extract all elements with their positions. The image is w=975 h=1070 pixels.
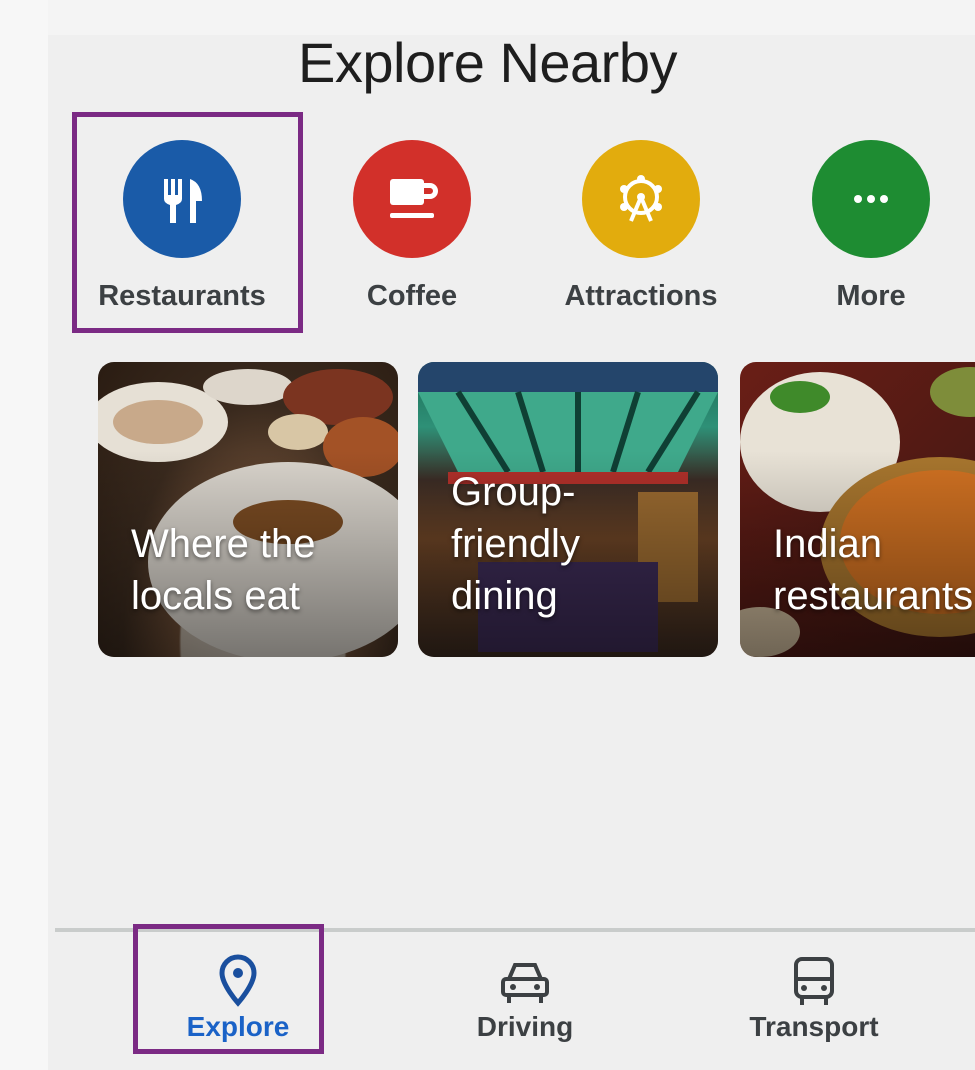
category-label: More (836, 280, 906, 312)
car-icon (501, 963, 549, 1003)
coffee-cup-icon (353, 140, 471, 258)
category-label: Coffee (366, 280, 458, 312)
more-dots-icon (812, 140, 930, 258)
selection-highlight-restaurants (72, 112, 303, 333)
nav-driving[interactable]: Driving (435, 945, 615, 1045)
category-more[interactable]: More (761, 115, 975, 330)
category-attractions[interactable]: Attractions (531, 115, 751, 330)
card-title: Indian restaurants (773, 522, 974, 618)
nav-label: Transport (749, 1011, 879, 1042)
ferris-wheel-icon (582, 140, 700, 258)
nav-label: Driving (476, 1011, 574, 1042)
bus-icon (794, 957, 834, 1005)
category-coffee[interactable]: Coffee (302, 115, 522, 330)
page-title: Explore Nearby (298, 31, 677, 94)
card-title: Group- friendly dining (451, 470, 580, 618)
card-indian-restaurants[interactable]: Indian restaurants (740, 362, 975, 657)
nav-transport[interactable]: Transport (724, 945, 904, 1045)
card-group-friendly-dining[interactable]: Group- friendly dining (418, 362, 718, 657)
category-label: Attractions (564, 280, 718, 312)
left-margin (0, 0, 48, 1070)
card-title: Where the locals eat (131, 522, 316, 618)
card-where-locals-eat[interactable]: Where the locals eat (98, 362, 398, 657)
selection-highlight-explore (133, 924, 324, 1054)
